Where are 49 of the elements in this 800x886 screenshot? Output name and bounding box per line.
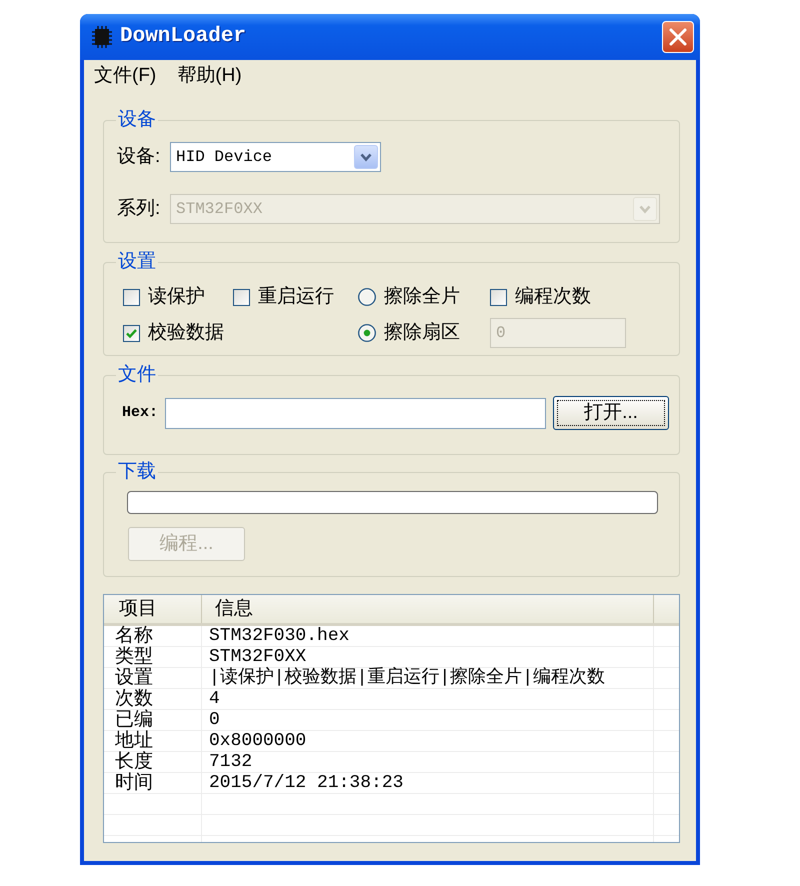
- column-header[interactable]: 信息: [202, 595, 654, 623]
- option-label[interactable]: 校验数据: [148, 322, 224, 344]
- chevron-down-icon: [639, 204, 651, 214]
- chevron-down-icon: [360, 152, 372, 162]
- field-label: 系列:: [117, 198, 162, 220]
- table-cell: STM32F030.hex: [202, 626, 654, 646]
- table-cell: 长度: [104, 752, 202, 772]
- chip-icon: [92, 26, 112, 48]
- checkbox[interactable]: [233, 288, 250, 306]
- window-title: DownLoader: [120, 25, 246, 49]
- column-header[interactable]: 项目: [104, 595, 202, 623]
- dropdown[interactable]: HID Device: [170, 142, 381, 172]
- table-cell: 设置: [104, 668, 202, 688]
- input-field[interactable]: [165, 398, 546, 428]
- table-cell: |读保护|校验数据|重启运行|擦除全片|编程次数: [202, 668, 654, 688]
- checkbox[interactable]: [123, 288, 140, 306]
- group-title: 设备: [117, 110, 157, 130]
- group-title: 下载: [117, 462, 157, 482]
- checkbox[interactable]: [490, 288, 507, 306]
- table-cell: STM32F0XX: [202, 647, 654, 667]
- option-label[interactable]: 擦除扇区: [384, 322, 460, 344]
- table-cell: 已编: [104, 710, 202, 730]
- menu-item[interactable]: 帮助(H): [177, 65, 242, 87]
- group-title: 设置: [117, 252, 157, 272]
- table-cell: 7132: [202, 752, 654, 772]
- option-label[interactable]: 编程次数: [515, 286, 591, 308]
- close-icon: [669, 28, 687, 46]
- option-label[interactable]: 擦除全片: [384, 286, 460, 308]
- table-cell: 0x8000000: [202, 731, 654, 751]
- table-cell: 名称: [104, 626, 202, 646]
- option-label[interactable]: 重启运行: [258, 286, 334, 308]
- table-cell: 4: [202, 689, 654, 709]
- open-button[interactable]: 打开...: [553, 396, 669, 430]
- close-button[interactable]: [662, 21, 694, 53]
- table-cell: 2015/7/12 21:38:23: [202, 773, 654, 793]
- table-cell: 0: [202, 710, 654, 730]
- table-cell: 次数: [104, 689, 202, 709]
- group-title: 文件: [117, 365, 157, 385]
- table-cell: 时间: [104, 773, 202, 793]
- menu-item[interactable]: 文件(F): [94, 65, 156, 87]
- checkbox[interactable]: [123, 324, 140, 342]
- radio-button[interactable]: [358, 288, 376, 306]
- table-cell: 类型: [104, 647, 202, 667]
- field-label: 设备:: [117, 146, 162, 168]
- field-label: Hex:: [122, 403, 160, 423]
- dropdown-button[interactable]: [354, 145, 378, 169]
- radio-button[interactable]: [358, 324, 376, 342]
- table-cell: 地址: [104, 731, 202, 751]
- option-label[interactable]: 读保护: [148, 286, 205, 308]
